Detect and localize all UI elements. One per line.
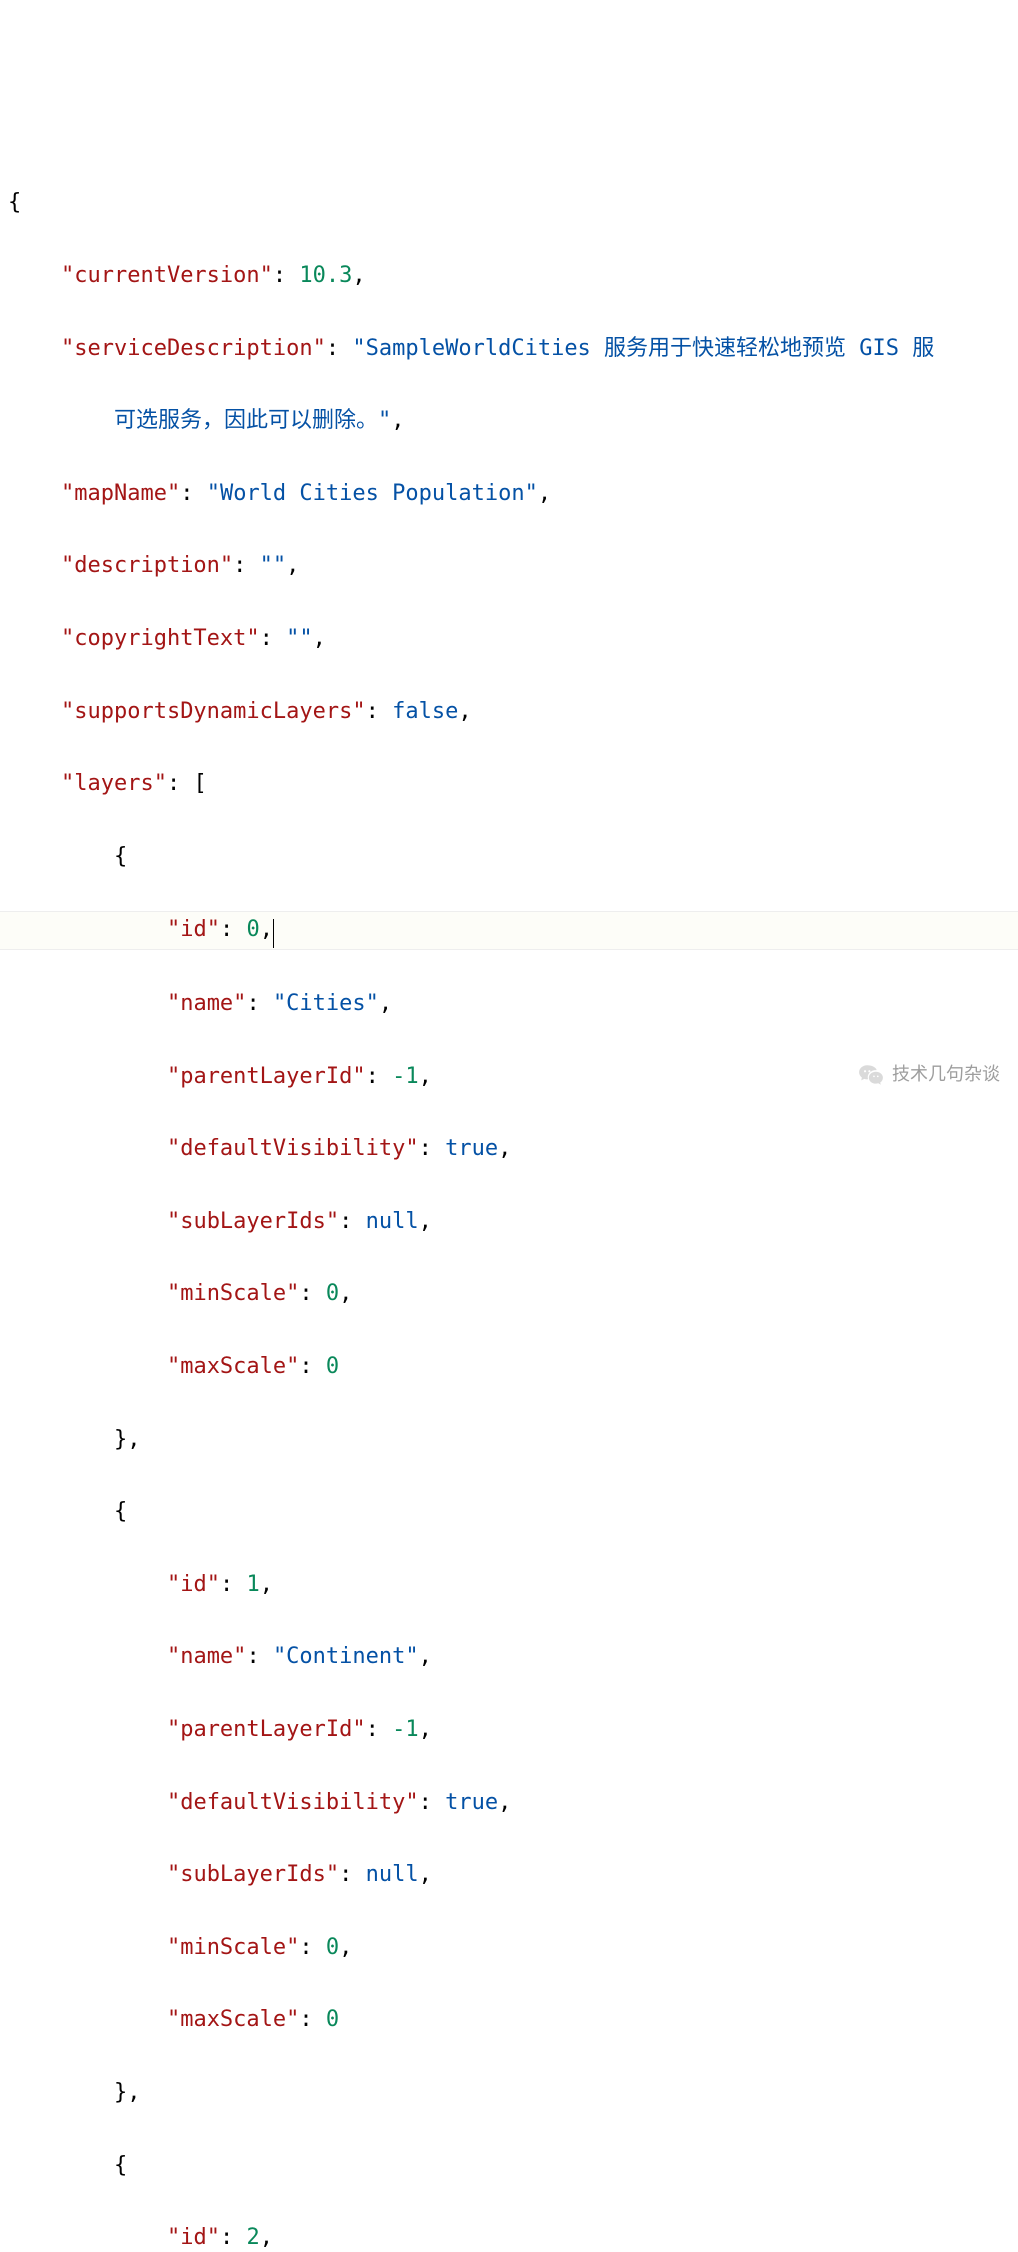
layer1-id: 1 [246, 1572, 259, 1597]
key-subLayerIds: "subLayerIds" [167, 1862, 339, 1887]
key-parentLayerId: "parentLayerId" [167, 1064, 366, 1089]
key-description: "description" [61, 553, 233, 578]
key-minScale: "minScale" [167, 1935, 299, 1960]
layer2-open: { [114, 2153, 127, 2178]
watermark-label: 技术几句杂谈 [892, 1060, 1000, 1090]
key-name: "name" [167, 1644, 246, 1669]
layer1-visibility: true [445, 1790, 498, 1815]
layer0-min: 0 [326, 1281, 339, 1306]
layer1-parent: -1 [392, 1717, 419, 1742]
value-description: "" [260, 553, 287, 578]
layer0-open: { [114, 844, 127, 869]
key-minScale: "minScale" [167, 1281, 299, 1306]
key-copyrightText: "copyrightText" [61, 626, 260, 651]
key-maxScale: "maxScale" [167, 1354, 299, 1379]
wechat-icon [858, 1062, 884, 1088]
layer1-sub: null [366, 1862, 419, 1887]
value-serviceDescription-line1: "SampleWorldCities 服务用于快速轻松地预览 GIS 服 [352, 336, 934, 361]
layer1-open: { [114, 1499, 127, 1524]
key-id: "id" [167, 2225, 220, 2250]
key-name: "name" [167, 991, 246, 1016]
key-id: "id" [167, 917, 220, 942]
key-parentLayerId: "parentLayerId" [167, 1717, 366, 1742]
key-subLayerIds: "subLayerIds" [167, 1209, 339, 1234]
layer0-close: } [114, 1427, 127, 1452]
brace-open: { [8, 190, 21, 215]
value-serviceDescription-line2: 可选服务，因此可以删除。" [114, 408, 391, 433]
value-mapName: "World Cities Population" [207, 481, 538, 506]
layer0-parent: -1 [392, 1064, 419, 1089]
key-maxScale: "maxScale" [167, 2007, 299, 2032]
layer0-id: 0 [246, 917, 259, 942]
value-supportsDynamicLayers: false [392, 699, 458, 724]
watermark: 技术几句杂谈 [858, 1060, 1000, 1090]
key-layers: "layers" [61, 771, 167, 796]
layer1-name: "Continent" [273, 1644, 419, 1669]
layer0-max: 0 [326, 1354, 339, 1379]
layer2-id: 2 [246, 2225, 259, 2250]
key-currentVersion: "currentVersion" [61, 263, 273, 288]
active-line[interactable]: "id": 0, [0, 911, 1018, 949]
key-defaultVisibility: "defaultVisibility" [167, 1790, 419, 1815]
layer1-min: 0 [326, 1935, 339, 1960]
key-supportsDynamicLayers: "supportsDynamicLayers" [61, 699, 366, 724]
key-serviceDescription: "serviceDescription" [61, 336, 326, 361]
layer0-name: "Cities" [273, 991, 379, 1016]
key-mapName: "mapName" [61, 481, 180, 506]
value-copyrightText: "" [286, 626, 313, 651]
key-defaultVisibility: "defaultVisibility" [167, 1136, 419, 1161]
layer0-visibility: true [445, 1136, 498, 1161]
layer1-close: } [114, 2080, 127, 2105]
layer0-sub: null [366, 1209, 419, 1234]
layer1-max: 0 [326, 2007, 339, 2032]
value-currentVersion: 10.3 [299, 263, 352, 288]
key-id: "id" [167, 1572, 220, 1597]
text-cursor [273, 919, 274, 948]
code-editor[interactable]: { "currentVersion": 10.3, "serviceDescri… [0, 145, 1018, 2252]
